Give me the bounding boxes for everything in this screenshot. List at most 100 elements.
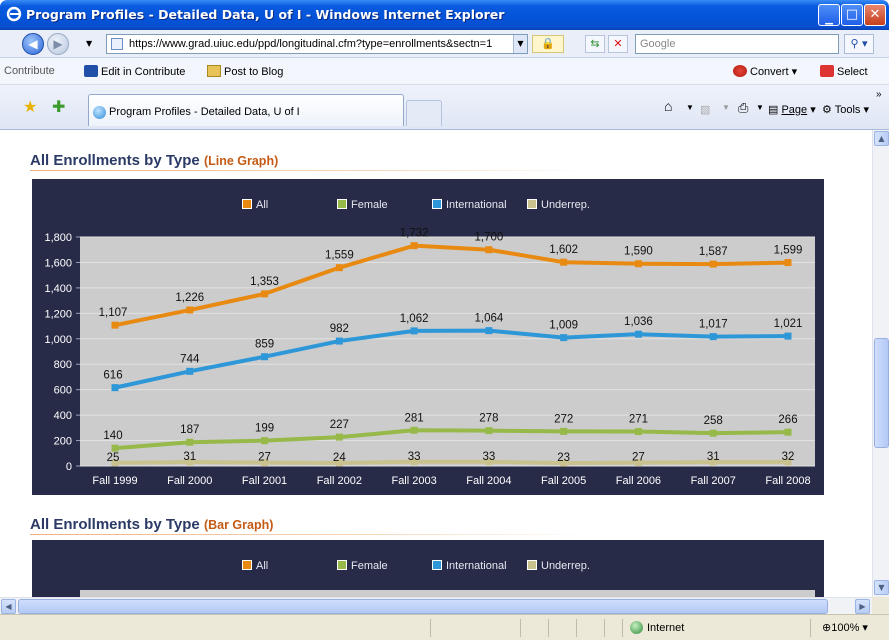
page-icon [111,38,123,50]
data-label: 140 [103,430,122,442]
data-label: 258 [704,415,723,427]
data-point [784,332,792,340]
series-line-underrep [114,459,789,466]
post-to-blog-button[interactable]: Post to Blog [207,65,283,78]
page-menu[interactable]: ▤ Page ▾ [768,103,816,116]
internet-globe-icon [630,621,643,634]
data-label: 1,021 [774,318,803,330]
back-arrow-icon: ◀ [28,37,38,51]
status-divider [548,619,549,637]
data-label: 1,064 [474,313,503,325]
minimize-button[interactable]: ▁ [818,4,840,26]
security-lock-icon[interactable]: 🔒 [532,35,564,53]
back-button[interactable]: ◀ [22,33,44,55]
home-dropdown-icon[interactable]: ▼ [686,103,694,112]
address-dropdown-icon[interactable]: ▼ [513,35,527,53]
edit-in-contribute-button[interactable]: Edit in Contribute [84,65,185,78]
data-point [410,327,418,335]
data-label: 1,559 [325,250,354,262]
tab-favicon-icon [93,106,106,119]
data-point [186,306,194,314]
convert-button[interactable]: Convert ▾ [733,65,797,78]
feeds-icon[interactable]: ▧ [700,103,710,116]
legend-swatch [527,560,537,570]
horizontal-scrollbar[interactable]: ◀ ▶ [0,597,872,614]
address-url[interactable]: https://www.grad.uiuc.edu/ppd/longitudin… [129,38,492,50]
horizontal-scroll-thumb[interactable] [18,599,828,614]
y-tick-label: 400 [54,410,72,422]
post-to-blog-label: Post to Blog [224,66,284,78]
data-label: 33 [482,451,495,463]
address-bar[interactable]: https://www.grad.uiuc.edu/ppd/longitudin… [106,34,528,54]
close-icon: ✕ [869,7,881,22]
x-tick-label: Fall 2008 [765,475,810,487]
scroll-up-icon[interactable]: ▲ [874,131,889,146]
data-point [335,433,343,441]
zoom-control[interactable]: ⊕100% ▾ [822,621,868,634]
data-label: 1,226 [175,292,204,304]
x-tick-label: Fall 2003 [391,475,436,487]
data-point [560,427,568,435]
data-label: 272 [554,413,573,425]
page-menu-label: Page [781,104,808,116]
y-tick-label: 800 [54,359,72,371]
feeds-dropdown-icon[interactable]: ▼ [722,103,730,112]
scroll-left-icon[interactable]: ◀ [1,599,16,614]
history-dropdown-icon[interactable]: ▼ [86,39,92,48]
more-chevron-icon[interactable]: » [876,89,882,100]
x-tick-label: Fall 2004 [466,475,511,487]
print-dropdown-icon[interactable]: ▼ [756,103,764,112]
stop-button[interactable]: ✕ [608,35,628,53]
data-label: 33 [408,451,421,463]
add-favorites-icon[interactable]: ✚ [52,97,65,116]
title-bar[interactable]: Program Profiles - Detailed Data, U of I… [0,0,889,30]
zone-label: Internet [647,622,685,634]
data-label: 859 [255,339,274,351]
security-zone[interactable]: Internet [630,621,684,634]
contribute-icon [84,65,98,77]
data-point [261,437,269,445]
tools-menu[interactable]: ⚙ Tools ▾ [822,103,869,116]
scroll-right-icon[interactable]: ▶ [855,599,870,614]
data-label: 1,009 [549,320,578,332]
data-label: 31 [707,451,720,463]
print-icon[interactable]: ⎙ [738,100,748,116]
data-label: 25 [107,452,120,464]
data-label: 27 [258,452,271,464]
select-button[interactable]: Select [820,65,868,78]
bar-graph-subtitle: (Bar Graph) [203,518,274,532]
data-point [784,428,792,436]
status-divider [604,619,605,637]
x-tick-label: Fall 2002 [317,475,362,487]
convert-icon [733,65,747,77]
new-tab-button[interactable] [406,100,442,126]
vertical-scrollbar[interactable]: ▲ ▼ [872,130,889,597]
line-chart-panel: All Female International Underrep. 0 200 400 6… [32,179,824,495]
status-divider [810,619,811,637]
scroll-down-icon[interactable]: ▼ [874,580,889,595]
edit-in-contribute-label: Edit in Contribute [101,66,186,78]
forward-button[interactable]: ▶ [47,33,69,55]
search-button[interactable]: ⚲ ▾ [844,34,874,54]
favorites-star-icon[interactable]: ★ [23,97,37,116]
data-label: 1,602 [549,244,578,256]
vertical-scroll-thumb[interactable] [874,338,889,448]
close-button[interactable]: ✕ [864,4,886,26]
legend-label: All [256,560,269,572]
x-tick-label: Fall 2005 [541,475,586,487]
home-icon[interactable]: ⌂ [664,98,672,114]
maximize-icon: □ [845,7,859,22]
data-label: 31 [183,451,196,463]
data-label: 982 [330,323,349,335]
search-input[interactable]: Google [635,34,839,54]
data-label: 1,700 [474,232,503,244]
data-label: 1,107 [99,307,128,319]
zoom-icon: ⊕ [822,622,832,634]
tab-bar: ★ ✚ Program Profiles - Detailed Data, U … [0,85,889,130]
refresh-button[interactable]: ⇆ [585,35,605,53]
tab-program-profiles[interactable]: Program Profiles - Detailed Data, U of I [88,94,404,126]
maximize-button[interactable]: □ [841,4,863,26]
page-content: All Enrollments by Type (Line Graph) All… [0,130,872,597]
bar-chart-legend: All Female International Underrep. [32,560,824,574]
contribute-label: Contribute [4,65,55,77]
